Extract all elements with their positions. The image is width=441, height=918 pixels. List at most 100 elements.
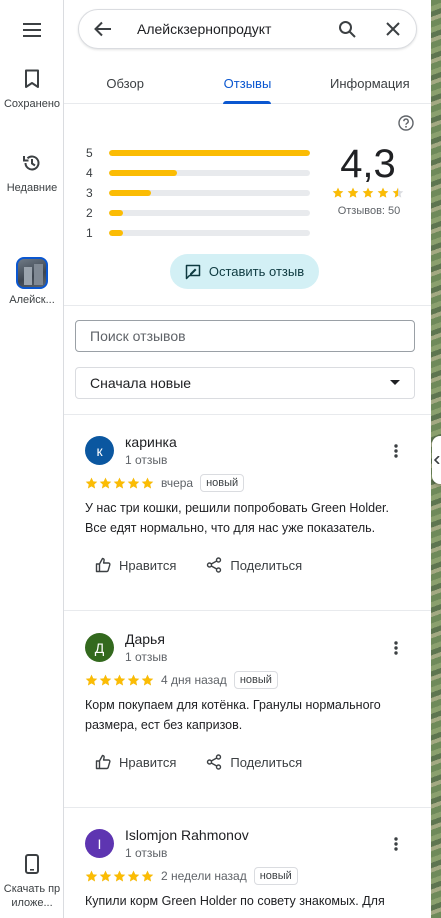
review-text: Корм покупаем для котёнка. Гранулы норма… xyxy=(85,698,381,732)
new-badge: новый xyxy=(253,867,298,885)
star-icon xyxy=(127,674,140,685)
rating-bar-row: 3 xyxy=(86,183,312,203)
saved-button[interactable]: Сохранено xyxy=(0,67,64,111)
rating-bar-row: 4 xyxy=(86,163,312,183)
review-more-button[interactable] xyxy=(386,441,406,461)
left-rail: Сохранено Недавние Алейск... Скачать при… xyxy=(0,0,64,918)
rating-bar-fill xyxy=(109,210,124,216)
recent-button[interactable]: Недавние xyxy=(0,151,64,195)
arrow-back-icon xyxy=(94,21,111,37)
bookmark-icon xyxy=(20,67,44,91)
rating-bar-track xyxy=(109,210,310,216)
star-icon xyxy=(85,870,98,881)
star-icon xyxy=(141,477,154,488)
star-icon xyxy=(85,477,98,488)
review-more-button[interactable] xyxy=(386,638,406,658)
review-stars xyxy=(85,674,154,687)
star-icon xyxy=(113,870,126,881)
back-button[interactable] xyxy=(79,10,127,48)
download-app-button[interactable]: Скачать приложе... xyxy=(0,852,64,910)
reviewer-name[interactable]: Дарья xyxy=(125,631,165,647)
star-icon xyxy=(362,187,374,198)
sort-select[interactable]: Сначала новые xyxy=(75,367,415,399)
place-panel: Алейскзернопродукт Обзор Отзывы Информац… xyxy=(64,0,431,918)
tab-overview[interactable]: Обзор xyxy=(64,64,186,103)
share-label: Поделиться xyxy=(230,557,303,573)
share-icon xyxy=(207,754,222,770)
reviewer-name[interactable]: Islomjon Rahmonov xyxy=(125,827,249,843)
divider xyxy=(64,807,431,808)
write-review-button[interactable]: Оставить отзыв xyxy=(170,254,319,289)
rating-bar-label: 5 xyxy=(86,146,93,160)
tab-bar: Обзор Отзывы Информация xyxy=(64,64,431,104)
sort-select-value: Сначала новые xyxy=(90,375,192,391)
review-text: У нас три кошки, решили попробовать Gree… xyxy=(85,501,389,535)
review-date: 4 дня назад xyxy=(161,673,227,687)
avatar[interactable]: I xyxy=(85,829,114,858)
recent-place-button[interactable]: Алейск... xyxy=(0,257,64,307)
new-badge: новый xyxy=(233,671,278,689)
star-icon xyxy=(347,187,359,198)
rating-bar-label: 2 xyxy=(86,206,93,220)
search-button[interactable] xyxy=(324,10,370,48)
close-icon xyxy=(386,22,400,36)
average-stars xyxy=(332,187,404,199)
avatar[interactable]: Д xyxy=(85,633,114,662)
reviewer-review-count: 1 отзыв xyxy=(125,650,168,664)
like-button[interactable]: Нравится xyxy=(95,557,176,573)
rating-bar-track xyxy=(109,230,310,236)
chevron-left-icon xyxy=(433,456,440,464)
star-icon xyxy=(332,187,344,198)
menu-button[interactable] xyxy=(0,18,64,48)
average-rating: 4,3 xyxy=(340,142,396,186)
like-label: Нравится xyxy=(119,557,177,573)
review-more-button[interactable] xyxy=(386,834,406,854)
help-button[interactable] xyxy=(398,115,414,131)
share-button[interactable]: Поделиться xyxy=(206,557,302,573)
star-icon xyxy=(85,674,98,685)
share-icon xyxy=(207,557,222,573)
recent-place-label: Алейск... xyxy=(9,294,55,306)
review-count[interactable]: Отзывов: 50 xyxy=(326,205,412,217)
like-label: Нравится xyxy=(119,754,177,770)
search-box[interactable]: Алейскзернопродукт xyxy=(78,9,417,49)
avatar[interactable]: к xyxy=(85,436,114,465)
review-actions: Нравится Поделиться xyxy=(95,754,302,770)
review-actions: Нравится Поделиться xyxy=(95,557,302,573)
share-button[interactable]: Поделиться xyxy=(206,754,302,770)
phone-icon xyxy=(20,852,44,876)
star-icon xyxy=(141,870,154,881)
help-icon xyxy=(398,115,414,131)
menu-icon xyxy=(20,18,44,42)
new-badge: новый xyxy=(200,474,245,492)
reviewer-name[interactable]: каринка xyxy=(125,434,177,450)
review-stars xyxy=(85,870,154,883)
write-review-label: Оставить отзыв xyxy=(208,264,305,279)
star-icon xyxy=(392,187,404,198)
star-icon xyxy=(377,187,389,198)
review-date: вчера xyxy=(161,476,194,490)
more-vert-icon xyxy=(394,444,398,458)
star-icon xyxy=(127,477,140,488)
collapse-panel-button[interactable] xyxy=(432,436,441,484)
star-icon xyxy=(113,477,126,488)
tab-reviews[interactable]: Отзывы xyxy=(186,64,308,103)
search-input[interactable]: Алейскзернопродукт xyxy=(127,21,324,37)
more-vert-icon xyxy=(394,641,398,655)
clear-search-button[interactable] xyxy=(370,10,416,48)
download-app-label: Скачать приложе... xyxy=(3,883,61,909)
thumb-up-icon xyxy=(95,557,111,573)
reviewer-review-count: 1 отзыв xyxy=(125,453,168,467)
tab-about[interactable]: Информация xyxy=(309,64,431,103)
review-stars xyxy=(85,477,154,490)
review-date: 2 недели назад xyxy=(161,869,247,883)
rating-distribution: 5 4 3 2 1 xyxy=(86,143,312,243)
place-thumbnail xyxy=(16,257,48,289)
review-meta: вчера новый xyxy=(85,474,245,492)
recent-label: Недавние xyxy=(6,182,58,194)
search-icon xyxy=(339,21,356,38)
search-reviews-input[interactable]: Поиск отзывов xyxy=(75,320,415,352)
rating-bar-label: 3 xyxy=(86,186,93,200)
star-icon xyxy=(99,674,112,685)
like-button[interactable]: Нравится xyxy=(95,754,176,770)
